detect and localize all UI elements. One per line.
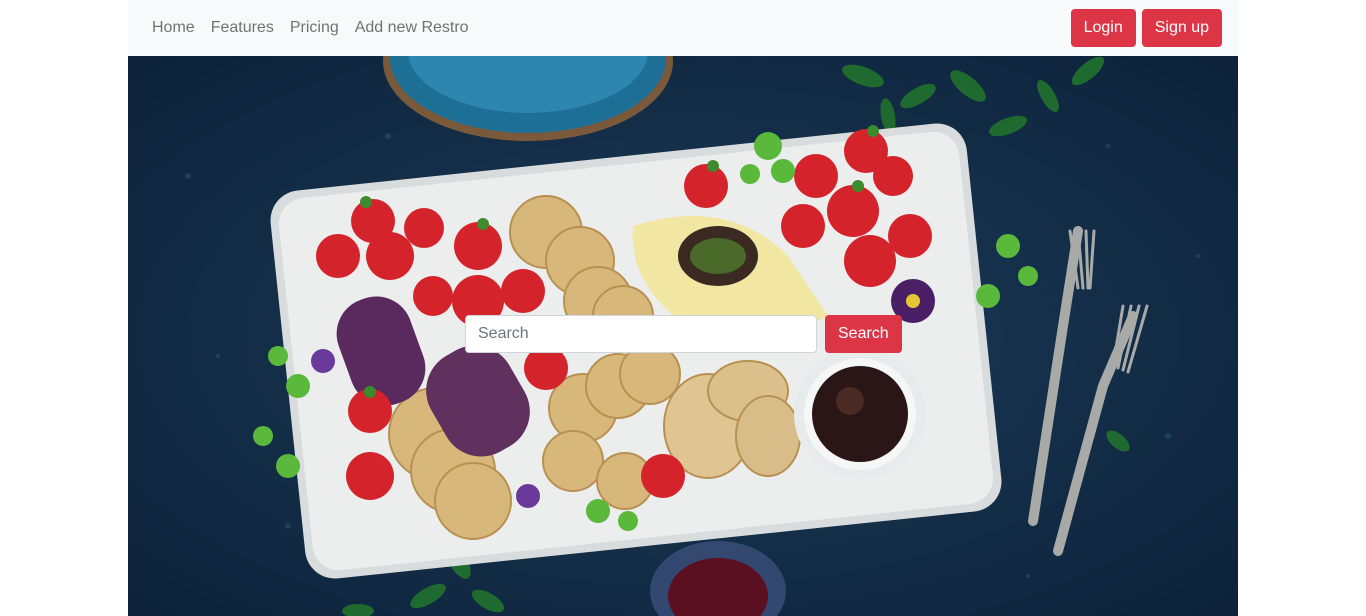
jam-bowl xyxy=(794,348,926,480)
search-bar: Search xyxy=(465,315,902,353)
signup-button[interactable]: Sign up xyxy=(1141,9,1222,47)
leaves-top-right xyxy=(842,56,1105,137)
wine-glass xyxy=(650,541,786,616)
nav-link-features[interactable]: Features xyxy=(203,11,282,45)
nav-link-pricing[interactable]: Pricing xyxy=(282,11,347,45)
navbar: Home Features Pricing Add new Restro Log… xyxy=(128,0,1238,56)
hero-banner: Search xyxy=(128,56,1238,616)
login-button[interactable]: Login xyxy=(1070,9,1136,47)
forks xyxy=(1028,226,1149,556)
nav-link-add-new-restro[interactable]: Add new Restro xyxy=(347,11,477,45)
nav-actions: Login Sign up xyxy=(1070,9,1222,47)
page-container: Home Features Pricing Add new Restro Log… xyxy=(128,0,1238,616)
nav-links: Home Features Pricing Add new Restro xyxy=(144,11,477,45)
nav-link-home[interactable]: Home xyxy=(144,11,203,45)
search-input[interactable] xyxy=(465,315,817,353)
blue-plate xyxy=(383,56,673,141)
search-button[interactable]: Search xyxy=(825,315,902,353)
